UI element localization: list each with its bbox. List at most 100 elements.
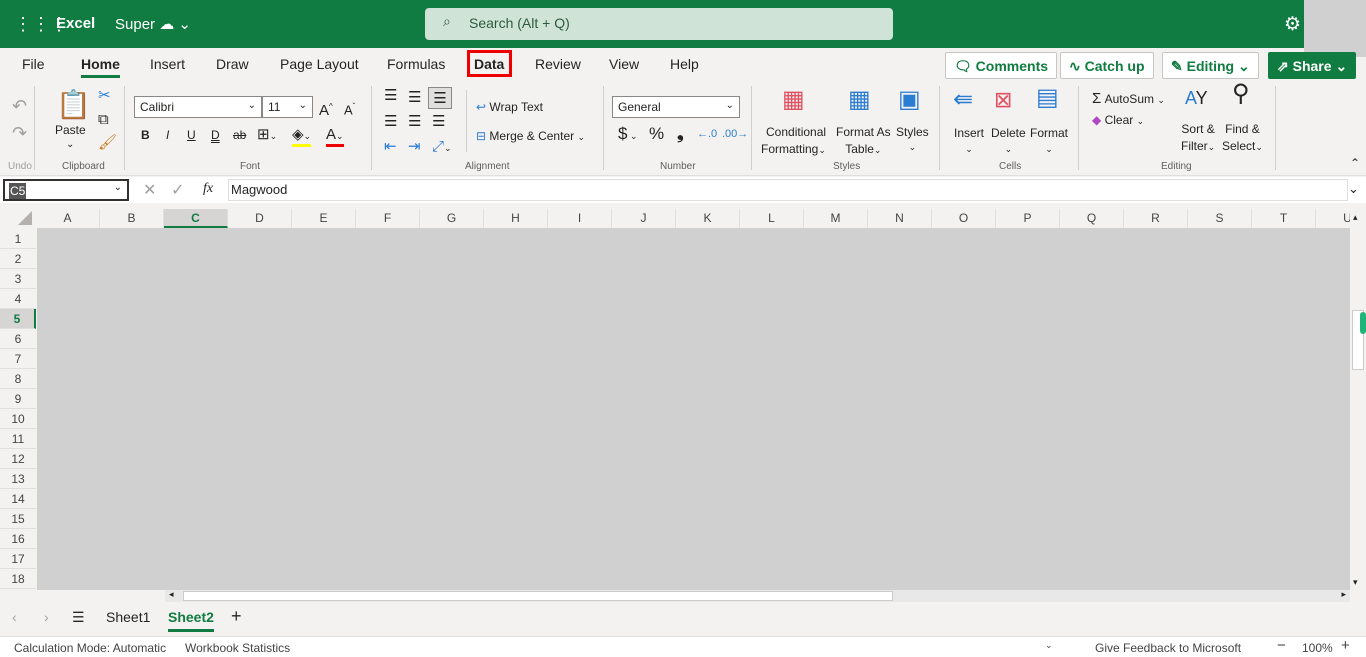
waffle-icon[interactable]: ⋮⋮⋮ [14, 14, 68, 34]
column-header[interactable]: D [228, 209, 292, 228]
comments-button[interactable]: 🗨 Comments [945, 52, 1058, 79]
find-select-button[interactable]: Find & Select⌄ [1222, 122, 1263, 153]
conditional-formatting-button[interactable]: Conditional Formatting⌄ [761, 125, 826, 156]
column-header[interactable]: G [420, 209, 484, 228]
find-icon[interactable]: ⚲ [1232, 82, 1250, 106]
feedback-link[interactable]: Give Feedback to Microsoft [1095, 641, 1241, 655]
align-middle-icon[interactable]: ☰ [408, 90, 421, 106]
column-header[interactable]: J [612, 209, 676, 228]
insert-cells-icon[interactable]: ⇚ [953, 88, 973, 112]
font-size-select[interactable]: 11 ⌄ [262, 96, 313, 118]
column-header[interactable]: B [100, 209, 164, 228]
font-name-select[interactable]: Calibri ⌄ [134, 96, 262, 118]
currency-button[interactable]: $ ⌄ [618, 125, 638, 144]
enter-icon[interactable]: ✓ [171, 180, 184, 200]
conditional-formatting-icon[interactable]: ▦ [782, 88, 805, 112]
sheet-tab-sheet2[interactable]: Sheet2 [168, 609, 214, 632]
fill-color-icon[interactable]: ◈⌄ [292, 127, 312, 147]
horizontal-scroll-thumb[interactable] [183, 591, 893, 601]
tab-formulas[interactable]: Formulas [387, 56, 445, 72]
undo-icon[interactable]: ↶ [12, 97, 27, 115]
cell-grid[interactable] [37, 228, 1350, 590]
tab-file[interactable]: File [22, 56, 45, 72]
tab-page-layout[interactable]: Page Layout [280, 56, 359, 72]
column-header[interactable]: I [548, 209, 612, 228]
column-header[interactable]: T [1252, 209, 1316, 228]
format-cells-button[interactable]: Format ⌄ [1030, 126, 1068, 155]
chevron-down-icon[interactable]: ⌄ [66, 139, 74, 150]
row-header[interactable]: 8 [0, 369, 36, 389]
row-header[interactable]: 9 [0, 389, 36, 409]
row-header[interactable]: 7 [0, 349, 36, 369]
next-sheet-icon[interactable]: › [44, 609, 49, 625]
orientation-icon[interactable]: ⤢⌄ [432, 139, 452, 156]
vertical-scrollbar[interactable]: ▾ ▴ [1350, 210, 1366, 590]
app-name[interactable]: Excel [56, 15, 95, 32]
row-header[interactable]: 11 [0, 429, 36, 449]
format-as-table-button[interactable]: Format As Table⌄ [836, 125, 891, 156]
format-painter-icon[interactable]: 🖌 [98, 135, 117, 151]
zoom-in-button[interactable]: + [1341, 637, 1350, 654]
column-header[interactable]: N [868, 209, 932, 228]
increase-decimal-icon[interactable]: ←.0 [697, 126, 717, 142]
collapse-ribbon-icon[interactable]: ⌃ [1350, 156, 1360, 170]
calculation-mode[interactable]: Calculation Mode: Automatic [14, 641, 166, 655]
search-input[interactable]: ⌕ Search (Alt + Q) [425, 8, 893, 40]
clear-button[interactable]: ◆ Clear ⌄ [1092, 113, 1144, 127]
all-sheets-icon[interactable]: ☰ [72, 609, 85, 626]
percent-button[interactable]: % [649, 125, 664, 142]
tab-insert[interactable]: Insert [150, 56, 185, 72]
column-header[interactable]: L [740, 209, 804, 228]
select-all-button[interactable] [0, 209, 36, 228]
wrap-text-button[interactable]: ↩ Wrap Text [476, 100, 543, 114]
decrease-font-icon[interactable]: Aˇ [344, 99, 355, 118]
row-header[interactable]: 4 [0, 289, 36, 309]
align-center-icon[interactable]: ☰ [408, 114, 421, 130]
merge-center-button[interactable]: ⊟ Merge & Center ⌄ [476, 129, 585, 143]
column-header[interactable]: A [36, 209, 100, 228]
decrease-decimal-icon[interactable]: .00→ [722, 126, 748, 142]
zoom-level[interactable]: 100% [1302, 641, 1333, 655]
copy-icon[interactable]: ⧉ [98, 112, 109, 128]
bold-button[interactable]: B [141, 128, 150, 142]
row-header[interactable]: 2 [0, 249, 36, 269]
formula-input[interactable]: Magwood [228, 179, 1348, 201]
cancel-icon[interactable]: ✕ [143, 180, 156, 200]
column-header[interactable]: E [292, 209, 356, 228]
increase-font-icon[interactable]: A^ [319, 99, 333, 119]
increase-indent-icon[interactable]: ⇥ [408, 139, 421, 155]
catch-up-button[interactable]: ∿ Catch up [1060, 52, 1154, 79]
underline-button[interactable]: U [187, 128, 196, 142]
tab-draw[interactable]: Draw [216, 56, 249, 72]
column-header[interactable]: O [932, 209, 996, 228]
row-header[interactable]: 12 [0, 449, 36, 469]
row-header[interactable]: 18 [0, 569, 36, 589]
tab-help[interactable]: Help [670, 56, 699, 72]
share-button[interactable]: ⇗ Share ⌄ [1268, 52, 1357, 79]
editing-button[interactable]: ✎ Editing ⌄ [1162, 52, 1259, 79]
column-header[interactable]: Q [1060, 209, 1124, 228]
row-header[interactable]: 5 [0, 309, 36, 329]
tab-review[interactable]: Review [535, 56, 581, 72]
insert-cells-button[interactable]: Insert ⌄ [954, 126, 984, 155]
align-top-icon[interactable]: ☰ [384, 88, 397, 104]
gear-icon[interactable]: ⚙ [1284, 13, 1301, 36]
column-header[interactable]: P [996, 209, 1060, 228]
italic-button[interactable]: I [166, 128, 169, 142]
font-color-icon[interactable]: A⌄ [326, 127, 344, 147]
add-sheet-button[interactable]: + [231, 606, 242, 627]
paste-button[interactable]: Paste [55, 123, 86, 137]
expand-formula-icon[interactable]: ⌄ [1348, 181, 1359, 197]
chevron-down-icon[interactable]: ⌄ [1045, 640, 1053, 651]
row-header[interactable]: 3 [0, 269, 36, 289]
prev-sheet-icon[interactable]: ‹ [12, 609, 17, 625]
format-cells-icon[interactable]: ▤ [1036, 86, 1059, 110]
zoom-out-button[interactable]: − [1277, 637, 1286, 654]
autosum-button[interactable]: Σ AutoSum ⌄ [1092, 90, 1165, 107]
sheet-tab-sheet1[interactable]: Sheet1 [106, 609, 150, 625]
avatar[interactable] [1304, 0, 1366, 57]
row-header[interactable]: 17 [0, 549, 36, 569]
row-header[interactable]: 14 [0, 489, 36, 509]
strikethrough-button[interactable]: ab [233, 128, 246, 142]
column-header[interactable]: M [804, 209, 868, 228]
